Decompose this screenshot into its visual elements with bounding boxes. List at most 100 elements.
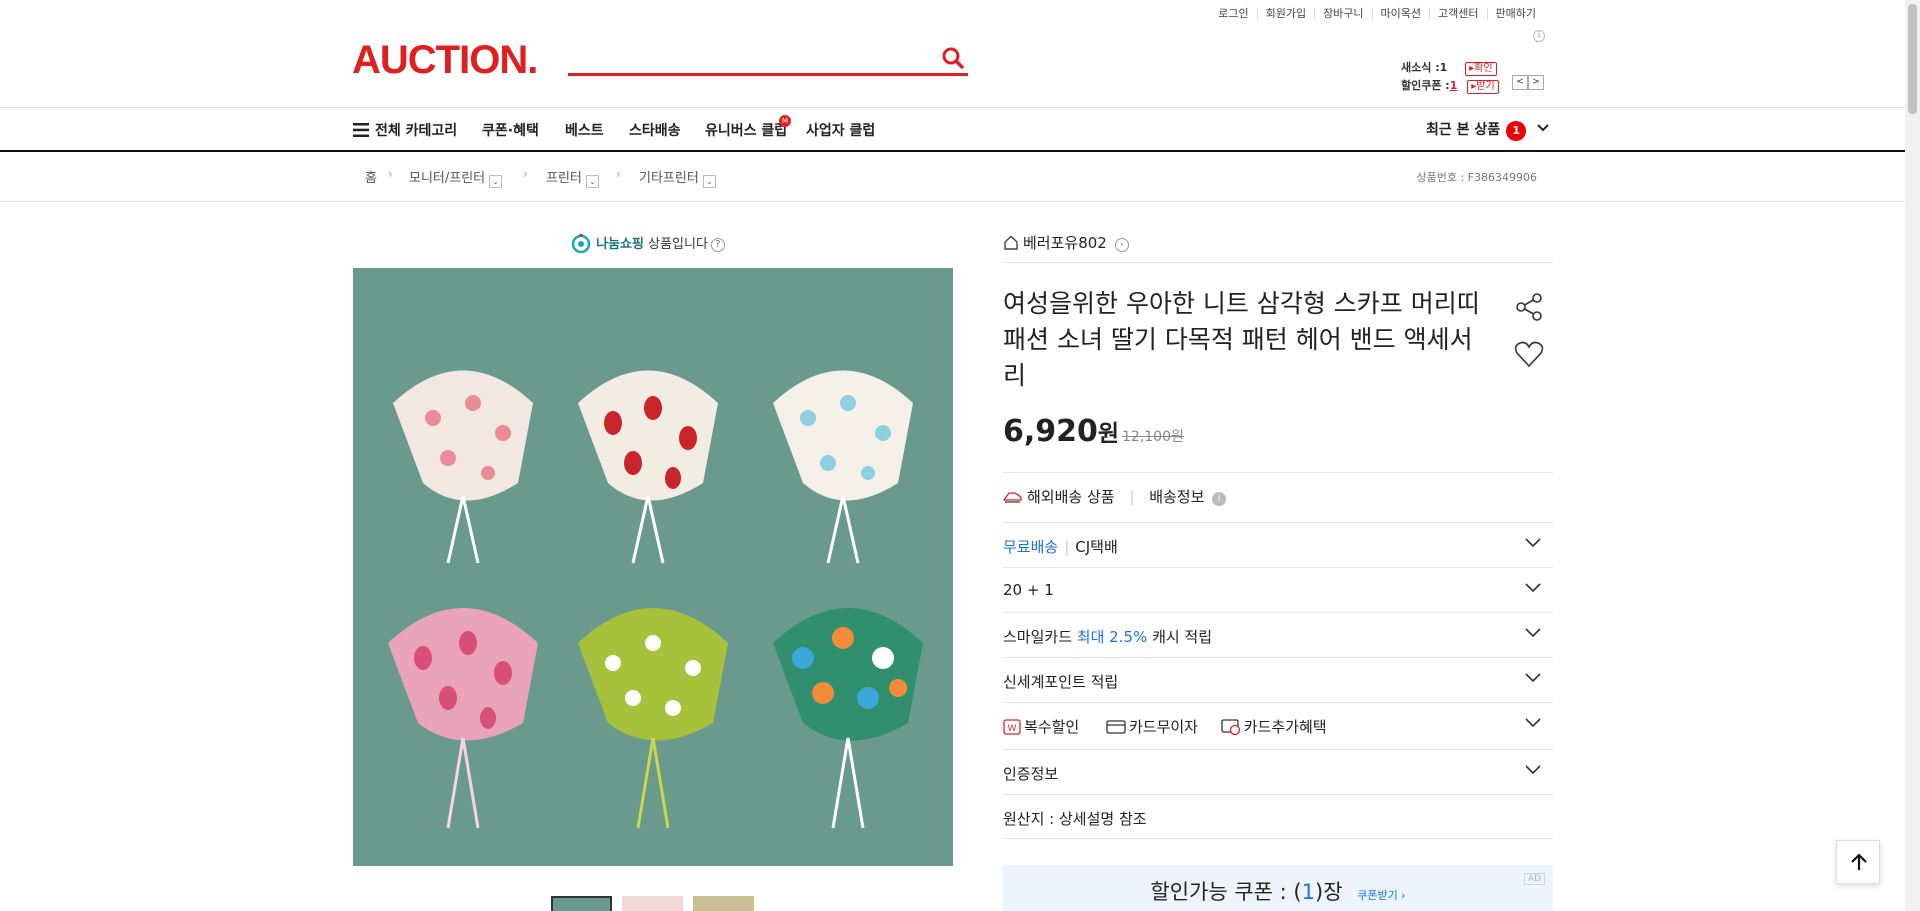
card-extra-label: 카드추가혜택 bbox=[1243, 718, 1327, 736]
all-category-button[interactable]: 전체 카테고리 bbox=[353, 120, 457, 140]
breadcrumb-level-1-link[interactable]: 모니터/프린터 bbox=[409, 171, 485, 186]
card-benefit-icon bbox=[1221, 719, 1240, 736]
nanum-logo-icon bbox=[571, 234, 591, 254]
overseas-row-text: 해외배송 상품 | 배송정보 i bbox=[1002, 486, 1227, 507]
login-link[interactable]: 로그인 bbox=[1210, 8, 1256, 20]
gnb-item-star-delivery[interactable]: 스타배송 bbox=[629, 120, 681, 140]
share-icon[interactable] bbox=[1515, 292, 1543, 322]
auction-logo[interactable]: AUCTION. bbox=[352, 38, 538, 83]
certification-row[interactable]: 인증정보 bbox=[1003, 749, 1553, 794]
breadcrumb-level-3-link[interactable]: 기타프린터 bbox=[639, 171, 699, 186]
page-scrollbar[interactable] bbox=[1905, 0, 1920, 911]
chevron-down-icon[interactable]: ⌄ bbox=[489, 175, 503, 188]
product-title: 여성을위한 우아한 니트 삼각형 스카프 머리띠 패션 소녀 딸기 다목적 패턴… bbox=[1003, 289, 1480, 390]
shipping-info-label[interactable]: 배송정보 bbox=[1149, 488, 1204, 506]
news-status: 새소식 :1 ▸확인 bbox=[1401, 59, 1497, 76]
news-confirm-button[interactable]: ▸확인 bbox=[1465, 62, 1497, 76]
thumbnail-strip bbox=[551, 896, 754, 911]
smilecard-prefix: 스마일카드 bbox=[1003, 628, 1073, 646]
seller-link[interactable]: 베러포유802 › bbox=[1003, 232, 1129, 253]
breadcrumb-level-2-link[interactable]: 프린터 bbox=[546, 171, 582, 186]
bundle-label: 20 + 1 bbox=[1003, 581, 1054, 599]
thumbnail-3[interactable] bbox=[693, 896, 754, 911]
thumbnail-2[interactable] bbox=[622, 896, 683, 911]
shipping-row[interactable]: 무료배송 | CJ택배 bbox=[1003, 522, 1553, 567]
home-icon bbox=[1004, 235, 1018, 250]
coupon-status: 할인쿠폰 :1 ▸받기 bbox=[1401, 77, 1499, 94]
cart-link[interactable]: 장바구니 bbox=[1314, 8, 1371, 20]
sale-price: 6,920원 bbox=[1003, 414, 1119, 449]
seller-name: 베러포유802 bbox=[1023, 234, 1107, 252]
chevron-down-icon[interactable]: ⌄ bbox=[585, 175, 599, 188]
help-icon[interactable]: ? bbox=[710, 238, 725, 252]
chevron-down-icon[interactable]: ⌄ bbox=[702, 175, 716, 188]
coupon-count: 1 bbox=[1301, 880, 1315, 904]
thumbnail-1[interactable] bbox=[551, 896, 612, 911]
origin-label: 원산지 : 상세설명 참조 bbox=[1003, 810, 1147, 828]
chevron-down-icon[interactable] bbox=[1525, 673, 1541, 683]
courier-label: CJ택배 bbox=[1075, 538, 1118, 556]
arrow-up-icon bbox=[1851, 853, 1867, 870]
chevron-down-icon[interactable] bbox=[1525, 628, 1541, 638]
smilecard-highlight: 최대 2.5% bbox=[1076, 628, 1148, 646]
coupon-prefix: 할인가능 쿠폰 : ( bbox=[1150, 880, 1302, 904]
coupon-receive-link[interactable]: 쿠폰받기 › bbox=[1357, 889, 1405, 902]
heart-icon[interactable] bbox=[1514, 340, 1544, 368]
divider bbox=[1003, 262, 1553, 263]
chevron-down-icon[interactable] bbox=[1525, 538, 1541, 548]
gnb-item-universe-club[interactable]: 유니버스 클럽 bbox=[705, 120, 787, 140]
price-unit: 원 bbox=[1097, 421, 1120, 447]
discount-row-text: W 복수할인 카드무이자 카드추가혜택 bbox=[1003, 716, 1327, 737]
original-price: 12,100원 bbox=[1122, 429, 1184, 445]
next-arrow-button[interactable]: > bbox=[1528, 75, 1544, 90]
coupon-banner[interactable]: 할인가능 쿠폰 : (1)장 쿠폰받기 › AD bbox=[1003, 865, 1553, 911]
hamburger-icon bbox=[353, 123, 369, 137]
shipping-row-text: 무료배송 | CJ택배 bbox=[1003, 536, 1118, 557]
breadcrumb-home[interactable]: 홈 bbox=[365, 167, 377, 186]
breadcrumb-separator: › bbox=[388, 167, 393, 181]
bundle-row[interactable]: 20 + 1 bbox=[1003, 567, 1553, 612]
coupon-suffix: )장 bbox=[1315, 880, 1343, 904]
all-category-label: 전체 카테고리 bbox=[375, 123, 458, 139]
discount-row[interactable]: W 복수할인 카드무이자 카드추가혜택 bbox=[1003, 702, 1553, 747]
news-count: 1 bbox=[1439, 61, 1448, 74]
info-icon[interactable]: i bbox=[1533, 30, 1545, 42]
scroll-top-button[interactable] bbox=[1836, 840, 1880, 884]
coupon-label: 할인쿠폰 : bbox=[1401, 79, 1450, 92]
chevron-down-icon[interactable] bbox=[1525, 583, 1541, 593]
overseas-row: 해외배송 상품 | 배송정보 i bbox=[1002, 472, 1553, 517]
product-number: 상품번호 : F386349906 bbox=[1416, 171, 1538, 184]
separator: | bbox=[1064, 538, 1070, 556]
gnb-item-best[interactable]: 베스트 bbox=[565, 120, 604, 140]
recent-viewed-button[interactable]: 최근 본 상품 1 bbox=[1426, 119, 1549, 141]
multi-discount-icon: W bbox=[1003, 719, 1021, 735]
smilecard-suffix: 캐시 적립 bbox=[1152, 628, 1213, 646]
info-icon[interactable]: i bbox=[1212, 492, 1227, 506]
gnb-item-business-club[interactable]: 사업자 클럽 bbox=[806, 120, 875, 140]
coupon-count[interactable]: 1 bbox=[1450, 79, 1458, 92]
search-input[interactable] bbox=[568, 42, 928, 72]
truck-icon bbox=[1002, 492, 1022, 503]
smilecard-row[interactable]: 스마일카드 최대 2.5% 캐시 적립 bbox=[1003, 612, 1553, 657]
coupon-banner-text: 할인가능 쿠폰 : (1)장 쿠폰받기 › bbox=[1003, 876, 1553, 906]
myauction-link[interactable]: 마이옥션 bbox=[1371, 8, 1429, 20]
separator: | bbox=[1129, 488, 1135, 506]
shinsegae-row[interactable]: 신세계포인트 적립 bbox=[1003, 657, 1553, 702]
chevron-right-icon: › bbox=[1114, 238, 1129, 252]
coupon-receive-button[interactable]: ▸받기 bbox=[1467, 80, 1499, 94]
ad-badge: AD bbox=[1523, 873, 1545, 885]
scrollbar-thumb[interactable] bbox=[1908, 4, 1917, 114]
prev-arrow-button[interactable]: < bbox=[1512, 75, 1528, 90]
gnb-item-coupon[interactable]: 쿠폰·혜택 bbox=[482, 120, 539, 140]
chevron-down-icon[interactable] bbox=[1525, 765, 1541, 775]
breadcrumb-separator: › bbox=[616, 167, 621, 181]
free-shipping-label: 무료배송 bbox=[1003, 538, 1059, 556]
customer-center-link[interactable]: 고객센터 bbox=[1429, 8, 1486, 20]
chevron-down-icon[interactable] bbox=[1525, 718, 1541, 728]
headscarf-illustration bbox=[388, 370, 923, 829]
signup-link[interactable]: 회원가입 bbox=[1256, 8, 1314, 20]
product-main-image[interactable] bbox=[353, 268, 953, 866]
search-icon[interactable] bbox=[940, 45, 966, 71]
overseas-label: 해외배송 상품 bbox=[1027, 488, 1115, 506]
sell-link[interactable]: 판매하기 bbox=[1486, 8, 1544, 20]
